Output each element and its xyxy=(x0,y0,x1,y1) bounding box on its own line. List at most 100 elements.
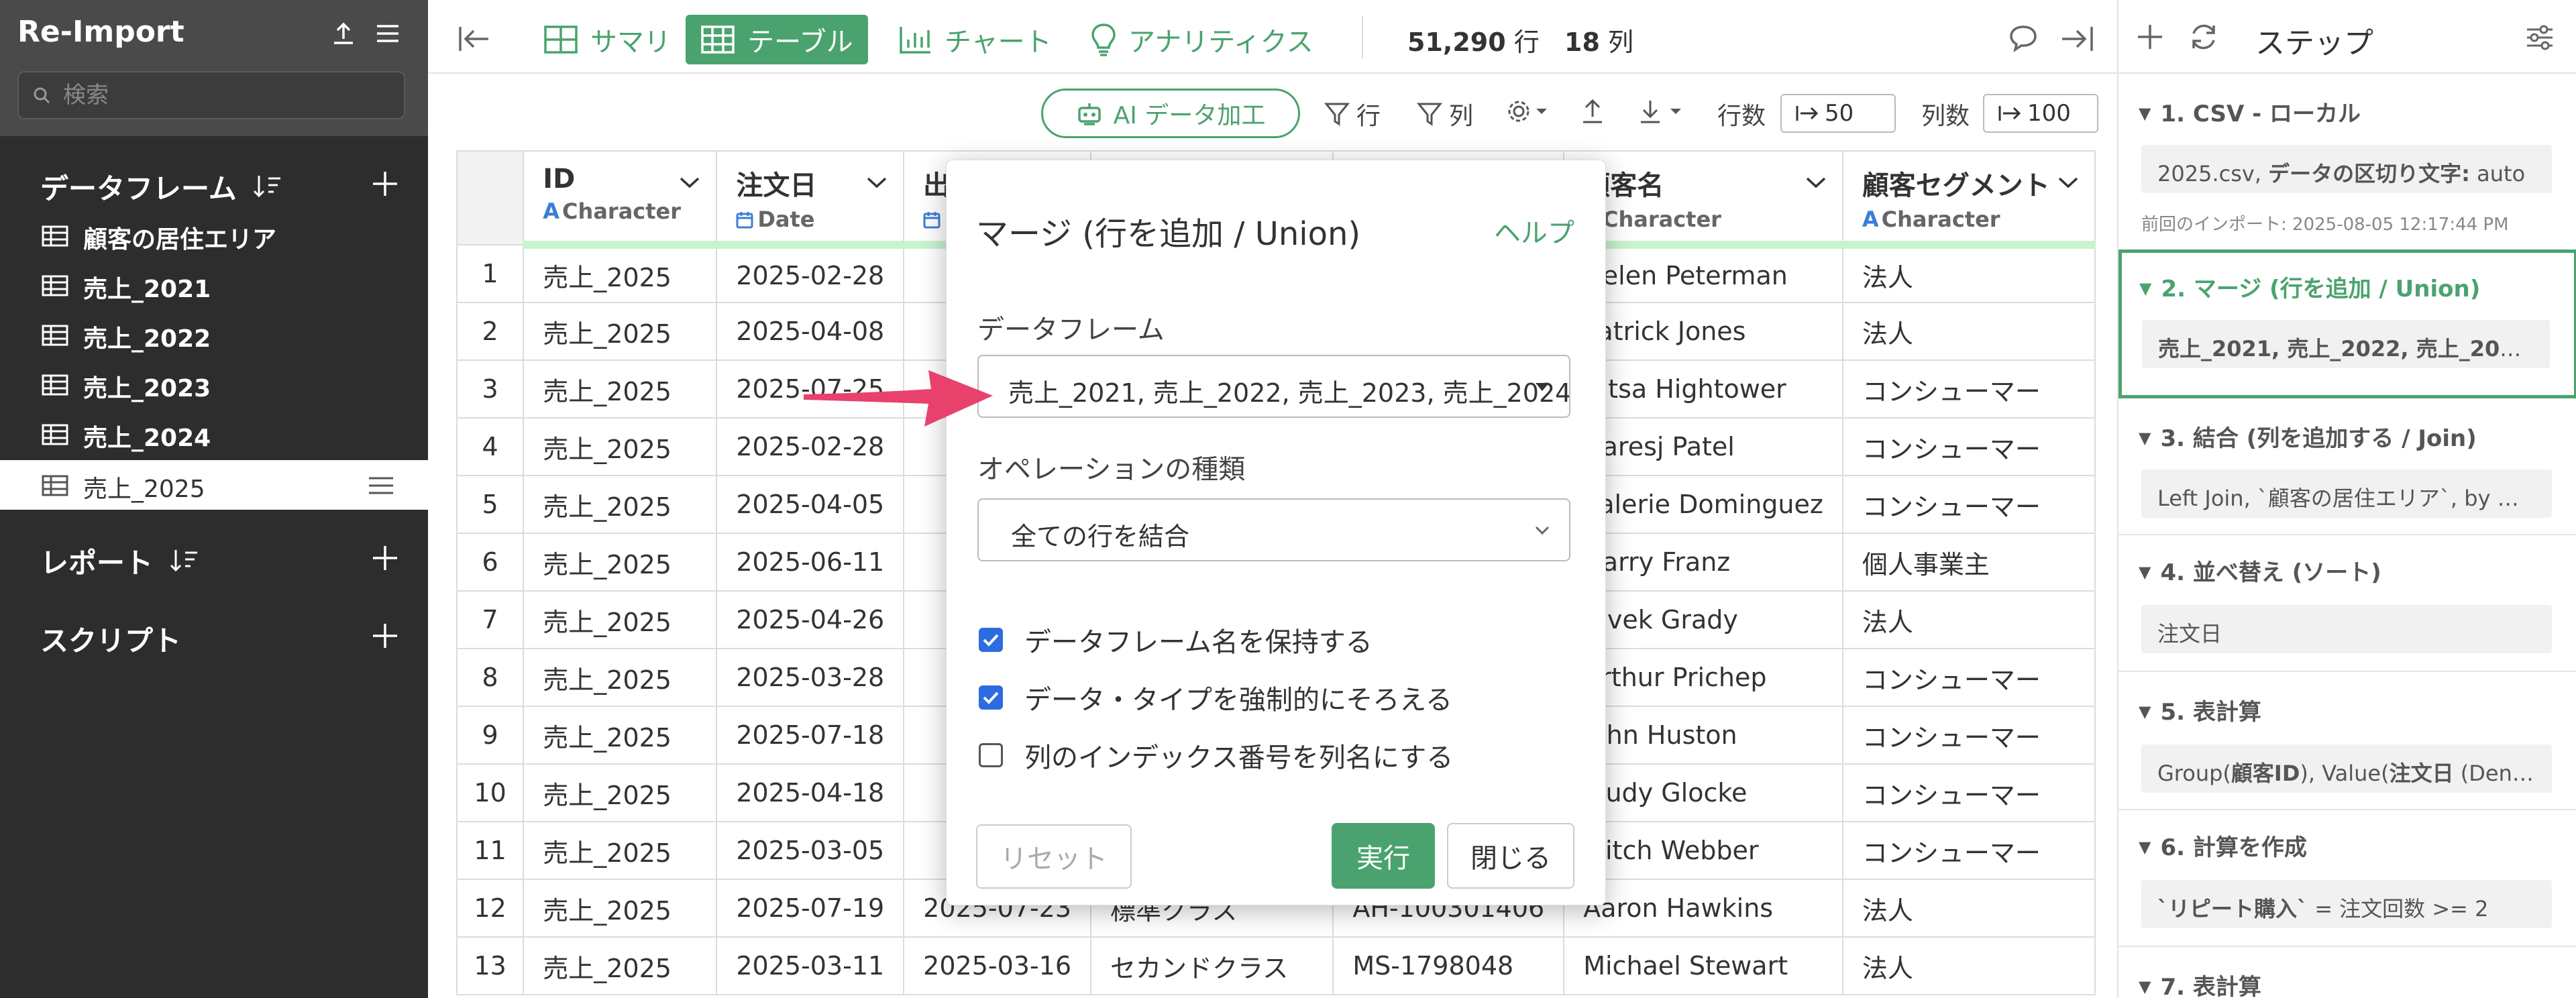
add-script-icon[interactable] xyxy=(370,621,400,651)
sidebar-item-dataframe[interactable]: 顧客の居住エリア xyxy=(0,211,428,260)
step-item-active[interactable]: ▼ 2. マージ (行を追加 / Union) 売上_2021, 売上_2022,… xyxy=(2118,249,2576,398)
table-cell[interactable]: 売上_2025 xyxy=(523,302,718,361)
table-cell[interactable]: コンシューマー xyxy=(1841,359,2096,419)
run-button[interactable]: 実行 xyxy=(1332,823,1435,889)
table-cell[interactable]: 売上_2025 xyxy=(523,936,718,995)
table-cell[interactable]: 法人 xyxy=(1841,244,2096,303)
chevron-down-icon[interactable] xyxy=(678,176,701,189)
reset-button[interactable]: リセット xyxy=(976,824,1132,889)
column-header[interactable]: 注文日 Date xyxy=(716,150,905,249)
table-cell[interactable]: 2025-04-18 xyxy=(716,763,905,822)
table-cell[interactable]: MS-1798048 xyxy=(1332,936,1565,995)
sidebar-item-dataframe[interactable]: 売上_2021 xyxy=(0,260,428,310)
table-cell[interactable]: 2025-03-05 xyxy=(716,821,905,880)
table-cell[interactable]: コンシューマー xyxy=(1841,475,2096,534)
upload-icon[interactable] xyxy=(1580,98,1605,125)
table-cell[interactable]: Michael Stewart xyxy=(1563,936,1843,995)
item-menu-icon[interactable] xyxy=(368,475,394,496)
sort-icon[interactable] xyxy=(252,173,283,200)
collapse-sidebar-icon[interactable] xyxy=(458,24,492,54)
step-item[interactable]: ▼ 6. 計算を作成 `リピート購入` = 注文回数 >= 2 xyxy=(2118,829,2576,943)
refresh-icon[interactable] xyxy=(2188,21,2219,52)
table-cell[interactable]: 2025-04-05 xyxy=(716,475,905,534)
table-cell[interactable]: コンシューマー xyxy=(1841,648,2096,707)
settings-sliders-icon[interactable] xyxy=(2525,24,2555,51)
tab-summary[interactable]: サマリ xyxy=(529,15,686,64)
step-item[interactable]: ▼ 7. 表計算 xyxy=(2118,968,2576,998)
table-cell[interactable]: 2025-02-28 xyxy=(716,244,905,303)
download-icon[interactable] xyxy=(1638,98,1685,125)
table-cell[interactable]: 個人事業主 xyxy=(1841,533,2096,592)
table-cell[interactable]: 2025-07-18 xyxy=(716,706,905,765)
sort-icon[interactable] xyxy=(169,547,200,574)
table-cell[interactable]: コンシューマー xyxy=(1841,417,2096,476)
table-cell[interactable]: 2025-03-28 xyxy=(716,648,905,707)
table-cell[interactable]: 2025-04-08 xyxy=(716,302,905,361)
add-dataframe-icon[interactable] xyxy=(370,169,400,199)
column-header[interactable]: ID A Character xyxy=(523,150,718,249)
tab-chart[interactable]: チャート xyxy=(884,15,1067,64)
search-box[interactable] xyxy=(17,71,405,119)
sidebar-item-dataframe[interactable]: 売上_2022 xyxy=(0,310,428,359)
table-cell[interactable]: 2025-07-19 xyxy=(716,879,905,938)
table-cell[interactable]: 売上_2025 xyxy=(523,763,718,822)
keep-dataframe-name-checkbox[interactable]: データフレーム名を保持する xyxy=(979,620,1373,659)
chevron-down-icon[interactable] xyxy=(865,176,888,189)
table-cell[interactable]: 2025-04-26 xyxy=(716,590,905,649)
checkbox-checked-icon[interactable] xyxy=(979,685,1003,710)
checkbox-checked-icon[interactable] xyxy=(979,628,1003,652)
close-button[interactable]: 閉じる xyxy=(1447,823,1574,889)
table-cell[interactable]: 売上_2025 xyxy=(523,648,718,707)
add-report-icon[interactable] xyxy=(370,543,400,573)
table-cell[interactable]: コンシューマー xyxy=(1841,763,2096,822)
step-item[interactable]: ▼ 1. CSV - ローカル 2025.csv, データの区切り文字: auto… xyxy=(2118,95,2576,248)
row-filter-button[interactable]: 行 xyxy=(1324,97,1381,131)
add-step-icon[interactable] xyxy=(2136,23,2164,51)
table-cell[interactable]: セカンドクラス xyxy=(1090,936,1334,995)
table-cell[interactable]: コンシューマー xyxy=(1841,706,2096,765)
table-cell[interactable]: 法人 xyxy=(1841,302,2096,361)
checkbox-unchecked-icon[interactable] xyxy=(979,743,1003,767)
table-cell[interactable]: コンシューマー xyxy=(1841,821,2096,880)
comment-icon[interactable] xyxy=(2008,24,2038,52)
force-data-type-checkbox[interactable]: データ・タイプを強制的にそろえる xyxy=(979,678,1452,717)
table-cell[interactable]: 2025-03-11 xyxy=(716,936,905,995)
table-cell[interactable]: 売上_2025 xyxy=(523,359,718,419)
table-cell[interactable]: 売上_2025 xyxy=(523,244,718,303)
table-cell[interactable]: 売上_2025 xyxy=(523,417,718,476)
table-cell[interactable]: 売上_2025 xyxy=(523,590,718,649)
column-filter-button[interactable]: 列 xyxy=(1417,97,1473,131)
rows-limit-input[interactable]: 50 xyxy=(1780,94,1896,133)
ai-data-wrangling-button[interactable]: AI データ加工 xyxy=(1041,89,1300,138)
operation-type-select[interactable]: 全ての行を結合 xyxy=(977,498,1570,561)
step-item[interactable]: ▼ 3. 結合 (列を追加する / Join) Left Join, `顧客の居住… xyxy=(2118,420,2576,534)
table-cell[interactable]: 法人 xyxy=(1841,936,2096,995)
upload-icon[interactable] xyxy=(330,20,357,47)
table-cell[interactable]: 売上_2025 xyxy=(523,821,718,880)
index-as-column-name-checkbox[interactable]: 列のインデックス番号を列名にする xyxy=(979,736,1453,775)
chevron-down-icon[interactable] xyxy=(1805,176,1827,189)
table-cell[interactable]: 売上_2025 xyxy=(523,533,718,592)
search-input[interactable] xyxy=(63,80,398,110)
table-cell[interactable]: 売上_2025 xyxy=(523,879,718,938)
sidebar-item-dataframe-active[interactable]: 売上_2025 xyxy=(0,460,428,510)
sidebar-item-dataframe[interactable]: 売上_2024 xyxy=(0,409,428,459)
hamburger-menu-icon[interactable] xyxy=(374,20,401,47)
cols-limit-input[interactable]: 100 xyxy=(1983,94,2098,133)
chevron-down-icon[interactable] xyxy=(2057,176,2080,189)
tab-table[interactable]: テーブル xyxy=(686,15,868,64)
dataframe-select[interactable]: 売上_2021, 売上_2022, 売上_2023, 売上_2024 xyxy=(977,355,1570,418)
table-cell[interactable]: 2025-03-16 xyxy=(903,936,1092,995)
collapse-panel-icon[interactable] xyxy=(2059,24,2094,54)
step-item[interactable]: ▼5. 表計算 Group(顧客ID), Value(注文日 (Dense Ra… xyxy=(2118,694,2576,808)
table-cell[interactable]: 売上_2025 xyxy=(523,475,718,534)
column-header[interactable]: 顧客セグメント A Character xyxy=(1841,150,2096,249)
settings-gear-icon[interactable] xyxy=(1507,98,1550,125)
help-link[interactable]: ヘルプ xyxy=(1494,211,1574,250)
table-cell[interactable]: 売上_2025 xyxy=(523,706,718,765)
table-cell[interactable]: 2025-06-11 xyxy=(716,533,905,592)
table-cell[interactable]: 法人 xyxy=(1841,590,2096,649)
step-item[interactable]: ▼ 4. 並べ替え (ソート) 注文日 xyxy=(2118,554,2576,668)
tab-analytics[interactable]: アナリティクス xyxy=(1076,15,1328,64)
sidebar-item-dataframe[interactable]: 売上_2023 xyxy=(0,359,428,409)
